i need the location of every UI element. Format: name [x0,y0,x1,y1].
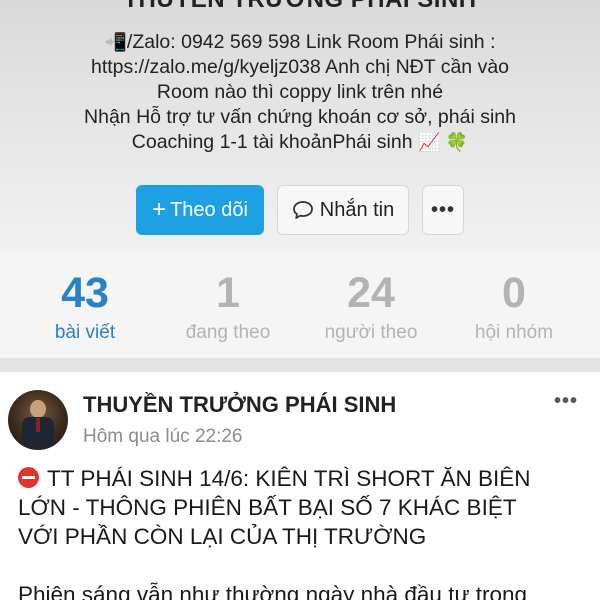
more-dots-icon: ••• [430,198,455,221]
chart-increasing-icon: 📈 [417,132,441,153]
bio-line-4: Nhận Hỗ trợ tư vấn chứng khoán cơ sở, ph… [84,106,516,128]
chat-bubble-icon [292,201,313,219]
stat-posts-label: bài viết [54,322,116,343]
stat-following[interactable]: 1 đang theo [153,268,303,344]
stat-posts[interactable]: 43 bài viết [10,268,160,344]
message-button-label: Nhắn tin [319,198,395,221]
stat-posts-count: 43 [61,269,109,317]
post-more-icon[interactable]: ••• [554,390,578,413]
post-author[interactable]: THUYỀN TRƯỞNG PHÁI SINH [83,392,396,418]
stat-followers[interactable]: 24 người theo [296,268,446,344]
post-line-1: TT PHÁI SINH 14/6: KIÊN TRÌ SHORT ĂN BIÊ… [18,464,588,493]
profile-name: THUYỀN TRƯỞNG PHÁI SINH [0,0,600,14]
stat-followers-label: người theo [324,322,418,343]
avatar[interactable] [8,390,68,450]
profile-actions: + Theo dõi Nhắn tin ••• [0,185,600,235]
message-button[interactable]: Nhắn tin [277,185,409,235]
post-line-4: Phiên sáng vẫn như thường ngày nhà đầu t… [18,582,528,600]
four-leaf-clover-icon: 🍀 [445,132,469,153]
stat-groups[interactable]: 0 hội nhóm [439,268,589,344]
stat-groups-label: hội nhóm [474,322,554,343]
post-card: THUYỀN TRƯỞNG PHÁI SINH Hôm qua lúc 22:2… [0,372,600,600]
more-options-button[interactable]: ••• [422,185,464,235]
follow-button-label: Theo dõi [170,198,248,221]
profile-header: THUYỀN TRƯỞNG PHÁI SINH 📲/Zalo: 0942 569… [0,0,600,252]
mobile-phone-arrow-icon: 📲 [104,32,127,53]
bio-line-5: Coaching 1-1 tài khoảnPhái sinh 📈 🍀 [131,131,469,153]
stat-followers-count: 24 [347,269,395,317]
post-line-2: LỚN - THÔNG PHIÊN BẤT BẠI SỐ 7 KHÁC BIỆT [18,495,517,520]
follow-button[interactable]: + Theo dõi [136,185,264,235]
stat-following-count: 1 [216,269,240,317]
stat-groups-count: 0 [502,269,526,317]
bio-line-3: Room nào thì coppy link trên nhé [156,81,444,103]
stat-following-label: đang theo [185,322,271,343]
bio-line-1: 📲/Zalo: 0942 569 598 Link Room Phái sinh… [104,31,496,53]
post-timestamp[interactable]: Hôm qua lúc 22:26 [83,426,243,448]
section-divider [0,358,600,372]
profile-stats: 43 bài viết 1 đang theo 24 người theo 0 … [0,252,600,358]
post-line-3: VỚI PHẦN CÒN LẠI CỦA THỊ TRƯỜNG [18,524,427,549]
plus-icon: + [152,196,167,223]
bio-line-2[interactable]: https://zalo.me/g/kyeljz038 Anh chị NĐT … [20,55,580,80]
profile-bio: 📲/Zalo: 0942 569 598 Link Room Phái sinh… [20,30,580,155]
no-entry-icon [18,467,39,488]
post-body: TT PHÁI SINH 14/6: KIÊN TRÌ SHORT ĂN BIÊ… [18,464,588,600]
